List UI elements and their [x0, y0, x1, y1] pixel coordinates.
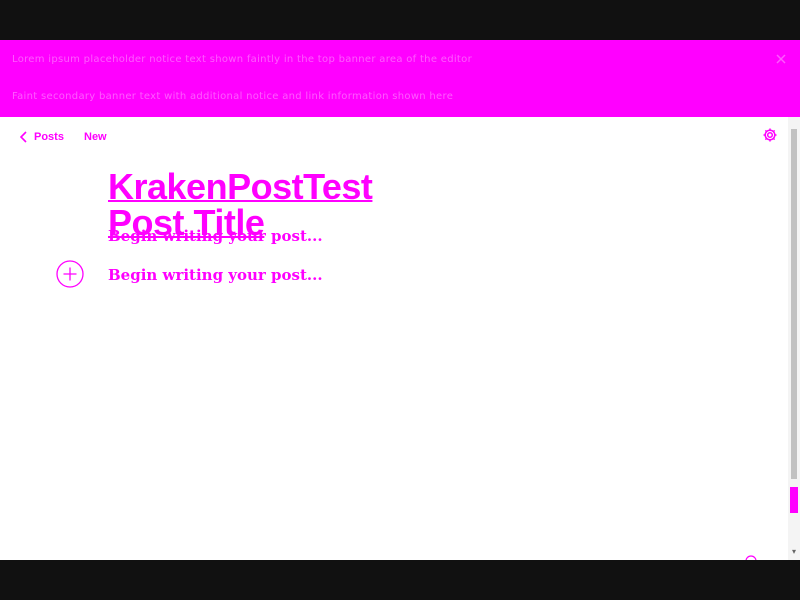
window-top-bar — [0, 0, 800, 40]
scrollbar-marker — [790, 487, 798, 513]
chevron-left-icon — [20, 131, 27, 143]
post-title-line-1: KrakenPostTest — [108, 166, 373, 207]
banner-text-line-2: Faint secondary banner text with additio… — [12, 91, 454, 102]
window-bottom-bar — [0, 560, 800, 600]
back-label: Posts — [34, 131, 64, 143]
banner-text-line-1: Lorem ipsum placeholder notice text show… — [12, 54, 472, 65]
editor-scrollbar[interactable]: ▾ — [788, 117, 800, 560]
close-icon[interactable] — [774, 52, 788, 66]
post-body-input[interactable]: Begin writing your post... — [108, 266, 323, 284]
gear-icon[interactable] — [762, 127, 778, 143]
scrollbar-thumb[interactable] — [791, 129, 797, 479]
post-status-new: New — [84, 131, 107, 143]
body-placeholder-overlap: Begin writing your post... — [108, 227, 323, 245]
scroll-down-arrow-icon[interactable]: ▾ — [790, 548, 798, 556]
plus-circle-icon[interactable] — [56, 260, 84, 288]
post-editor: Posts New KrakenPostTest Post Title Begi… — [0, 117, 788, 560]
back-to-posts-link[interactable]: Posts — [20, 129, 64, 145]
notification-banner: Lorem ipsum placeholder notice text show… — [0, 40, 800, 117]
